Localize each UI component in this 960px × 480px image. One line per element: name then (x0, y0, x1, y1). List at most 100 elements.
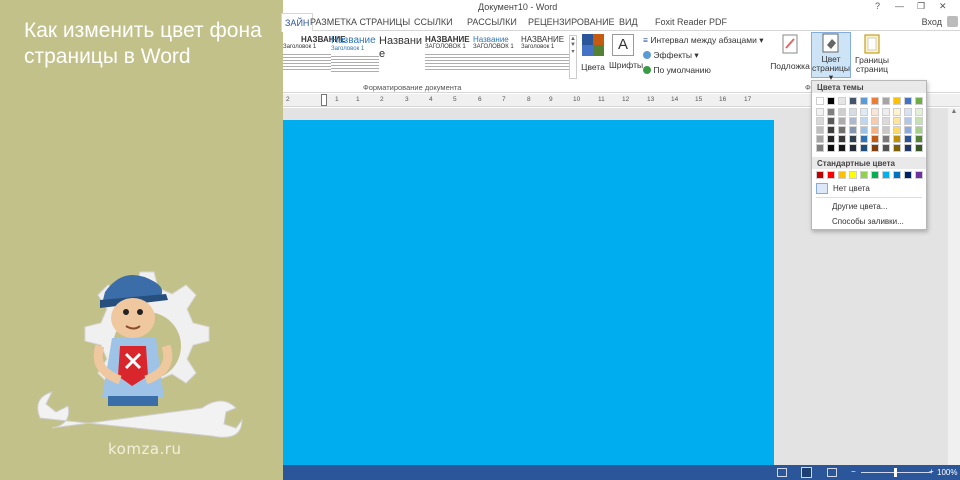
style-preset-6[interactable]: НАЗВАНИЕ Заголовок 1 (521, 35, 569, 79)
color-swatch[interactable] (827, 171, 835, 179)
watermark-button[interactable]: Подложка (769, 34, 811, 71)
color-swatch[interactable] (827, 97, 835, 105)
color-swatch[interactable] (915, 97, 923, 105)
ruler-left-indent-marker[interactable] (321, 94, 327, 106)
color-swatch[interactable] (838, 171, 846, 179)
color-swatch[interactable] (893, 171, 901, 179)
color-swatch[interactable] (904, 108, 912, 116)
color-swatch[interactable] (816, 108, 824, 116)
color-swatch[interactable] (849, 97, 857, 105)
color-swatch[interactable] (904, 97, 912, 105)
color-swatch[interactable] (871, 108, 879, 116)
color-swatch[interactable] (893, 135, 901, 143)
color-swatch[interactable] (860, 97, 868, 105)
color-swatch[interactable] (838, 135, 846, 143)
style-preset-3[interactable]: Названи е (379, 35, 427, 79)
page-color-button[interactable]: Цвет страницы ▾ (811, 32, 851, 82)
zoom-out-button[interactable]: − (851, 467, 856, 476)
scroll-up-arrow[interactable]: ▲ (948, 108, 960, 115)
color-swatch[interactable] (915, 117, 923, 125)
color-swatch[interactable] (882, 171, 890, 179)
color-swatch[interactable] (849, 135, 857, 143)
color-swatch[interactable] (849, 108, 857, 116)
color-swatch[interactable] (871, 126, 879, 134)
color-swatch[interactable] (816, 126, 824, 134)
print-layout-icon[interactable] (801, 467, 812, 478)
signin-link[interactable]: Вход (922, 17, 942, 27)
color-swatch[interactable] (860, 117, 868, 125)
color-swatch[interactable] (904, 135, 912, 143)
effects-button[interactable]: Эффекты ▾ (643, 50, 699, 61)
restore-button[interactable]: ❐ (917, 1, 925, 12)
web-layout-icon[interactable] (827, 468, 837, 477)
tab-view[interactable]: ВИД (619, 17, 638, 27)
help-button[interactable]: ? (875, 1, 880, 11)
color-swatch[interactable] (915, 108, 923, 116)
color-swatch[interactable] (882, 144, 890, 152)
color-swatch[interactable] (893, 126, 901, 134)
tab-mailings[interactable]: РАССЫЛКИ (467, 17, 517, 27)
color-swatch[interactable] (871, 97, 879, 105)
color-swatch[interactable] (893, 144, 901, 152)
vertical-scrollbar[interactable]: ▲ (948, 108, 960, 465)
color-swatch[interactable] (860, 144, 868, 152)
color-swatch[interactable] (816, 171, 824, 179)
color-swatch[interactable] (871, 135, 879, 143)
color-swatch[interactable] (893, 97, 901, 105)
paragraph-spacing-button[interactable]: ≡ Интервал между абзацами ▾ (643, 35, 763, 46)
color-swatch[interactable] (893, 117, 901, 125)
color-swatch[interactable] (827, 135, 835, 143)
color-swatch[interactable] (882, 126, 890, 134)
color-swatch[interactable] (915, 171, 923, 179)
close-button[interactable]: ✕ (939, 1, 947, 12)
color-swatch[interactable] (882, 97, 890, 105)
tab-references[interactable]: ССЫЛКИ (414, 17, 453, 27)
color-swatch[interactable] (871, 171, 879, 179)
colors-button[interactable]: Цвета (581, 34, 605, 72)
color-swatch[interactable] (827, 108, 835, 116)
color-swatch[interactable] (860, 126, 868, 134)
color-swatch[interactable] (860, 135, 868, 143)
tab-review[interactable]: РЕЦЕНЗИРОВАНИЕ (528, 17, 615, 27)
color-swatch[interactable] (904, 171, 912, 179)
color-swatch[interactable] (827, 144, 835, 152)
color-swatch[interactable] (904, 117, 912, 125)
color-swatch[interactable] (915, 135, 923, 143)
color-swatch[interactable] (893, 108, 901, 116)
style-preset-4[interactable]: НАЗВАНИЕ ЗАГОЛОВОК 1 (425, 35, 473, 79)
fonts-button[interactable]: A Шрифты (609, 34, 643, 70)
color-swatch[interactable] (882, 108, 890, 116)
zoom-level[interactable]: 100% (937, 468, 957, 477)
color-swatch[interactable] (849, 171, 857, 179)
color-swatch[interactable] (838, 108, 846, 116)
color-swatch[interactable] (827, 117, 835, 125)
color-swatch[interactable] (816, 97, 824, 105)
color-swatch[interactable] (816, 144, 824, 152)
color-swatch[interactable] (860, 108, 868, 116)
style-preset-2[interactable]: Название Заголовок 1 (331, 35, 379, 79)
color-swatch[interactable] (915, 144, 923, 152)
color-swatch[interactable] (816, 135, 824, 143)
color-swatch[interactable] (827, 126, 835, 134)
color-swatch[interactable] (849, 144, 857, 152)
tab-foxit[interactable]: Foxit Reader PDF (655, 17, 727, 27)
color-swatch[interactable] (816, 117, 824, 125)
styles-scrollbar[interactable]: ▲ ▼ ▾ (569, 35, 577, 79)
color-swatch[interactable] (871, 117, 879, 125)
color-swatch[interactable] (915, 126, 923, 134)
color-swatch[interactable] (904, 144, 912, 152)
set-default-button[interactable]: По умолчанию (643, 65, 711, 75)
color-swatch[interactable] (904, 126, 912, 134)
more-colors-option[interactable]: Другие цвета... (832, 202, 887, 211)
color-swatch[interactable] (849, 126, 857, 134)
no-color-option[interactable]: Нет цвета (816, 183, 924, 194)
document-page[interactable] (283, 120, 774, 465)
user-avatar-icon[interactable] (947, 16, 958, 27)
color-swatch[interactable] (838, 144, 846, 152)
color-swatch[interactable] (882, 135, 890, 143)
color-swatch[interactable] (838, 117, 846, 125)
read-mode-icon[interactable] (777, 468, 787, 477)
style-preset-1[interactable]: НАЗВАНИЕ Заголовок 1 (283, 35, 346, 79)
page-borders-button[interactable]: Границы страниц (853, 34, 891, 74)
color-swatch[interactable] (871, 144, 879, 152)
